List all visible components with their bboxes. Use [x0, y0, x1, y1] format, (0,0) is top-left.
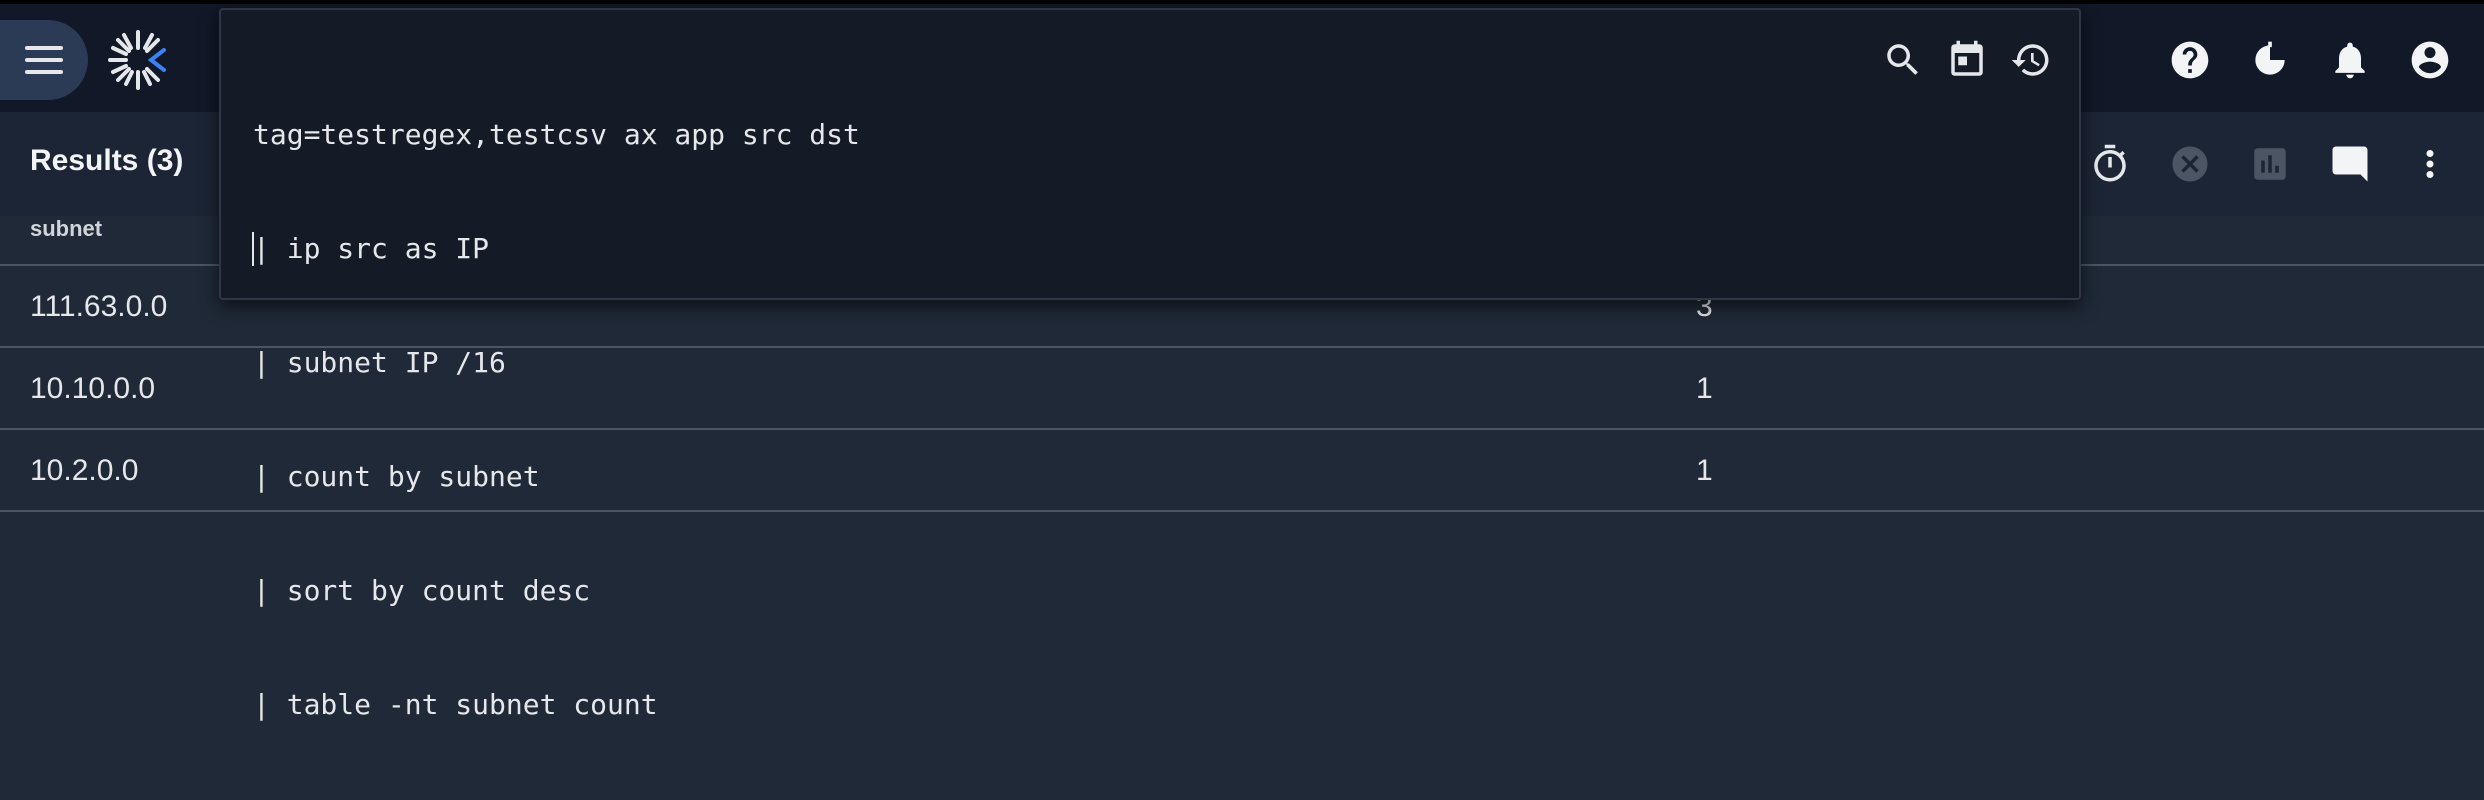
account-button[interactable]: [2390, 32, 2470, 88]
menu-button[interactable]: [0, 20, 88, 100]
chart-icon: [2254, 148, 2286, 180]
comment-icon: [2332, 146, 2368, 182]
cell-count: 1: [1696, 372, 1713, 405]
logo-icon[interactable]: [104, 26, 172, 94]
query-line: tag=testregex,testcsv ax app src dst: [253, 118, 860, 151]
cell-subnet: 10.10.0.0: [30, 372, 156, 405]
search-icon: [1887, 44, 1918, 75]
query-line: | sort by count desc: [253, 574, 591, 607]
chart-button[interactable]: [2230, 138, 2310, 190]
help-icon: [2171, 41, 2209, 79]
menu-icon: [25, 38, 63, 82]
notifications-button[interactable]: [2310, 32, 2390, 88]
query-text[interactable]: tag=testregex,testcsv ax app src dst | i…: [253, 40, 860, 800]
search-button[interactable]: [1871, 34, 1935, 86]
calendar-icon: [1951, 40, 1983, 76]
comment-button[interactable]: [2310, 138, 2390, 190]
bell-icon: [2335, 42, 2365, 79]
more-vert-icon: [2426, 150, 2434, 178]
cancel-icon: [2172, 146, 2208, 182]
timer-button[interactable]: [2230, 32, 2310, 88]
cell-subnet: 10.2.0.0: [30, 454, 139, 487]
more-options-button[interactable]: [2390, 138, 2470, 190]
query-line: | count by subnet: [253, 460, 540, 493]
cancel-button[interactable]: [2150, 138, 2230, 190]
history-button[interactable]: [1999, 34, 2063, 86]
query-line: | subnet IP /16: [253, 346, 506, 379]
query-editor[interactable]: tag=testregex,testcsv ax app src dst | i…: [219, 8, 2081, 721]
account-icon: [2411, 41, 2449, 79]
timer-icon: [2255, 41, 2285, 75]
history-icon: [2011, 44, 2049, 76]
text-cursor: [252, 232, 254, 266]
stopwatch-icon: [2094, 144, 2126, 182]
cell-count: 1: [1696, 454, 1713, 487]
help-button[interactable]: [2150, 32, 2230, 88]
column-header-subnet[interactable]: subnet: [30, 216, 102, 242]
query-line: | ip src as IP: [253, 232, 490, 265]
cell-subnet: 111.63.0.0: [30, 290, 168, 323]
stopwatch-button[interactable]: [2070, 138, 2150, 190]
calendar-button[interactable]: [1935, 34, 1999, 86]
results-title: Results (3): [30, 144, 184, 177]
query-line: | table -nt subnet count: [253, 688, 658, 721]
